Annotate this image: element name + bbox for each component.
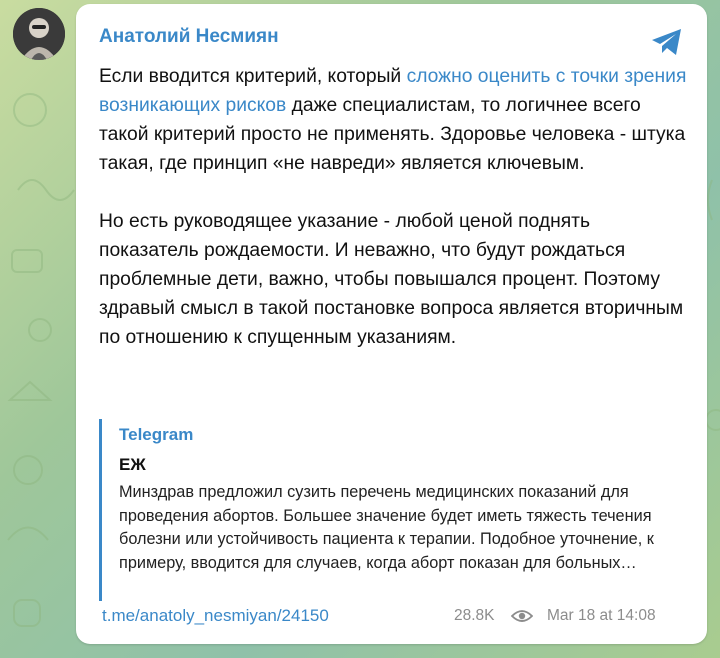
paragraph-2: Но есть руководящее указание - любой цен…: [99, 211, 684, 348]
preview-title: ЕЖ: [119, 455, 146, 474]
eye-icon: [511, 610, 533, 622]
post-link[interactable]: t.me/anatoly_nesmiyan/24150: [102, 606, 329, 626]
paragraph-1-start: Если вводится критерий, который: [99, 66, 407, 87]
post-text: Если вводится критерий, который сложно о…: [99, 62, 689, 352]
preview-text: Минздрав предложил сузить перечень медиц…: [119, 483, 654, 572]
telegram-plane-icon[interactable]: [649, 24, 685, 60]
paragraph-1: Если вводится критерий, который сложно о…: [99, 62, 689, 178]
author-avatar[interactable]: [13, 8, 65, 60]
preview-source: Telegram: [119, 425, 194, 444]
post-date: Mar 18 at 14:08: [547, 607, 656, 624]
message-bubble: Анатолий Несмиян Если вводится критерий,…: [76, 4, 707, 644]
view-count: 28.8K: [454, 607, 495, 624]
avatar-image: [13, 8, 65, 60]
author-name[interactable]: Анатолий Несмиян: [99, 26, 279, 48]
link-preview[interactable]: Telegram ЕЖ Минздрав предложил сузить пе…: [99, 419, 689, 601]
